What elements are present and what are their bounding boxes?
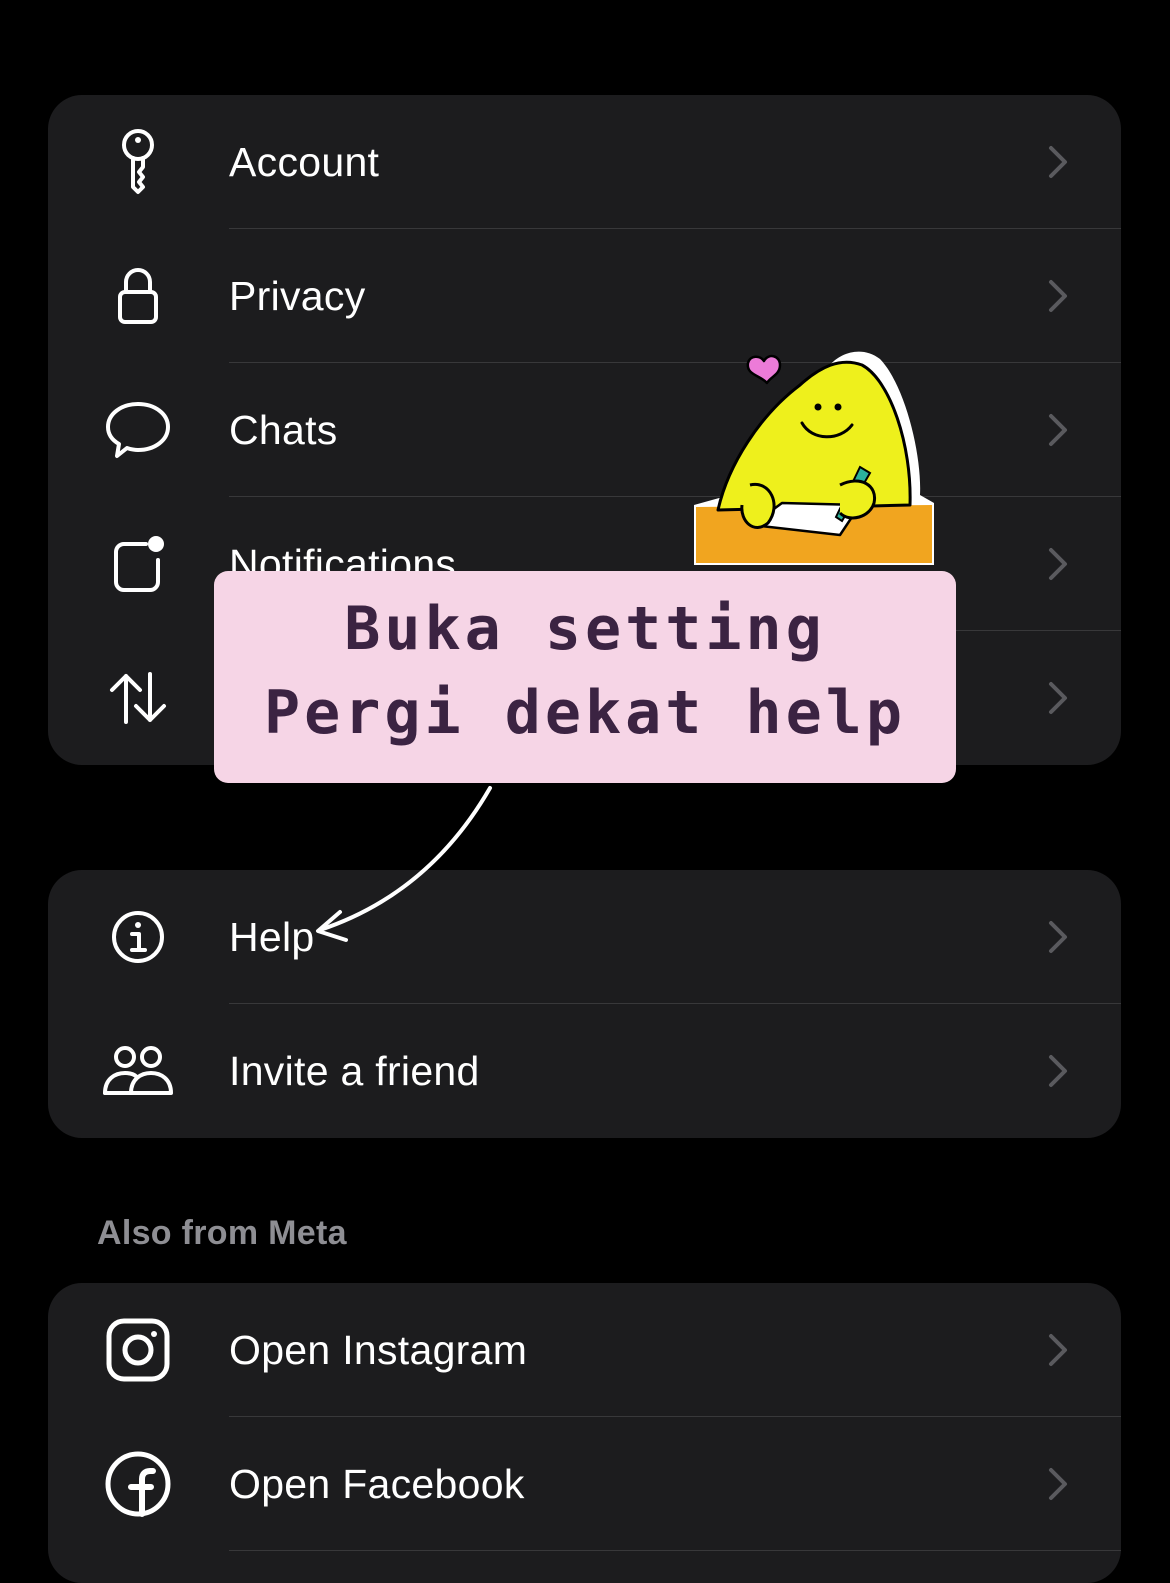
settings-row-privacy[interactable]: Privacy <box>48 229 1121 363</box>
chevron-right-icon <box>1049 1055 1067 1087</box>
chat-bubble-icon <box>98 390 178 470</box>
chevron-right-icon <box>1049 682 1067 714</box>
settings-row-label: Open Facebook <box>229 1461 525 1507</box>
chevron-right-icon <box>1049 1468 1067 1500</box>
settings-row-label: Invite a friend <box>229 1048 480 1094</box>
info-icon <box>98 897 178 977</box>
chevron-right-icon <box>1049 548 1067 580</box>
chevron-right-icon <box>1049 414 1067 446</box>
annotation-line-1: Buka setting <box>344 594 826 664</box>
instagram-icon <box>98 1310 178 1390</box>
data-transfer-arrows-icon <box>98 658 178 738</box>
settings-row-label: Account <box>229 139 380 185</box>
settings-row-invite-friend[interactable]: Invite a friend <box>48 1004 1121 1138</box>
settings-row-label: Privacy <box>229 273 366 319</box>
notification-badge-icon <box>98 524 178 604</box>
settings-row-label: Open Instagram <box>229 1327 528 1373</box>
chevron-right-icon <box>1049 280 1067 312</box>
settings-row-chats[interactable]: Chats <box>48 363 1121 497</box>
writing-character-sticker-icon <box>694 351 934 565</box>
people-icon <box>98 1031 178 1111</box>
settings-row-account[interactable]: Account <box>48 95 1121 229</box>
chevron-right-icon <box>1049 1334 1067 1366</box>
settings-group-meta: Open Instagram Open Facebook <box>48 1283 1121 1583</box>
annotation-line-2: Pergi dekat help <box>264 678 906 748</box>
lock-icon <box>98 256 178 336</box>
chevron-right-icon <box>1049 146 1067 178</box>
annotation-arrow-icon <box>316 786 492 942</box>
settings-row-label: Chats <box>229 407 338 453</box>
facebook-icon <box>98 1444 178 1524</box>
section-header-also-from-meta: Also from Meta <box>97 1214 347 1252</box>
settings-row-open-facebook[interactable]: Open Facebook <box>48 1417 1121 1551</box>
chevron-right-icon <box>1049 921 1067 953</box>
key-icon <box>98 122 178 202</box>
settings-row-open-instagram[interactable]: Open Instagram <box>48 1283 1121 1417</box>
row-divider <box>229 1549 1121 1551</box>
settings-group-support: Help Invite a friend <box>48 870 1121 1138</box>
settings-row-help[interactable]: Help <box>48 870 1121 1004</box>
